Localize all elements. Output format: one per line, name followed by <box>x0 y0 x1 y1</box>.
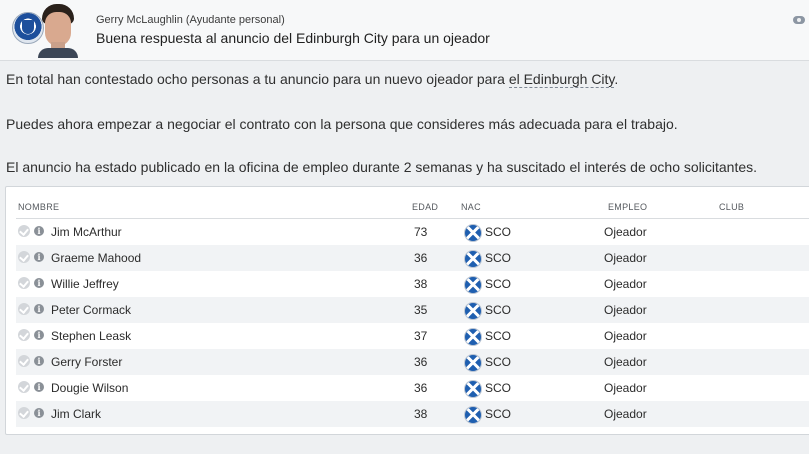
applicant-nationality[interactable]: SCO <box>485 329 511 343</box>
table-row[interactable]: i Dougie Wilson 36 SCO Ojeador <box>16 375 809 401</box>
applicant-job: Ojeador <box>604 381 647 395</box>
scotland-flag-icon <box>464 276 482 294</box>
applicant-age: 36 <box>414 355 428 369</box>
message-paragraph-2: Puedes ahora empezar a negociar el contr… <box>6 116 678 132</box>
info-icon[interactable]: i <box>34 252 44 262</box>
applicant-job: Ojeador <box>604 407 647 421</box>
info-icon[interactable]: i <box>34 382 44 392</box>
applicant-age: 38 <box>414 277 428 291</box>
applicant-nationality[interactable]: SCO <box>485 355 511 369</box>
check-circle-icon[interactable] <box>18 355 30 367</box>
applicant-age: 38 <box>414 407 428 421</box>
table-row[interactable]: i Jim Clark 38 SCO Ojeador <box>16 401 809 427</box>
applicant-age: 37 <box>414 329 428 343</box>
column-header-age[interactable]: EDAD <box>412 202 438 212</box>
applicant-name[interactable]: Jim Clark <box>51 407 101 421</box>
applicant-job: Ojeador <box>604 277 647 291</box>
check-circle-icon[interactable] <box>18 277 30 289</box>
applicant-age: 36 <box>414 381 428 395</box>
column-header-job[interactable]: EMPLEO <box>608 202 647 212</box>
scotland-flag-icon <box>464 224 482 242</box>
table-row[interactable]: i Stephen Leask 37 SCO Ojeador <box>16 323 809 349</box>
sender-role: (Ayudante personal) <box>185 14 285 26</box>
applicant-job: Ojeador <box>604 251 647 265</box>
column-header-club[interactable]: CLUB <box>719 202 744 212</box>
applicant-name[interactable]: Gerry Forster <box>51 355 122 369</box>
table-header: NOMBRE EDAD NAC EMPLEO CLUB <box>16 196 809 219</box>
check-circle-icon[interactable] <box>18 381 30 393</box>
info-icon[interactable]: i <box>34 226 44 236</box>
scotland-flag-icon <box>464 380 482 398</box>
scotland-flag-icon <box>464 406 482 424</box>
applicant-name[interactable]: Peter Cormack <box>51 303 131 317</box>
applicant-name[interactable]: Stephen Leask <box>51 329 131 343</box>
applicant-job: Ojeador <box>604 225 647 239</box>
column-header-nat[interactable]: NAC <box>461 202 481 212</box>
scotland-flag-icon <box>464 250 482 268</box>
applicant-job: Ojeador <box>604 303 647 317</box>
check-circle-icon[interactable] <box>18 303 30 315</box>
table-body: i Jim McArthur 73 SCO Ojeador i Graeme M… <box>16 219 809 427</box>
message-paragraph-3: El anuncio ha estado publicado en la ofi… <box>6 159 758 175</box>
applicant-age: 35 <box>414 303 428 317</box>
info-icon[interactable]: i <box>34 278 44 288</box>
info-icon[interactable]: i <box>34 330 44 340</box>
message-paragraph-1: En total han contestado ocho personas a … <box>6 71 619 88</box>
applicant-name[interactable]: Willie Jeffrey <box>51 277 119 291</box>
applicant-age: 36 <box>414 251 428 265</box>
column-header-name[interactable]: NOMBRE <box>18 202 59 212</box>
applicant-name[interactable]: Graeme Mahood <box>51 251 141 265</box>
check-circle-icon[interactable] <box>18 225 30 237</box>
paragraph-1-text: En total han contestado ocho personas a … <box>6 71 509 87</box>
applicant-name[interactable]: Jim McArthur <box>51 225 122 239</box>
applicant-job: Ojeador <box>604 329 647 343</box>
applicant-nationality[interactable]: SCO <box>485 381 511 395</box>
scotland-flag-icon <box>464 302 482 320</box>
applicant-nationality[interactable]: SCO <box>485 225 511 239</box>
check-circle-icon[interactable] <box>18 407 30 419</box>
sender-line: Gerry McLaughlin (Ayudante personal) <box>96 14 285 26</box>
applicant-age: 73 <box>414 225 428 239</box>
applicant-nationality[interactable]: SCO <box>485 277 511 291</box>
table-row[interactable]: i Gerry Forster 36 SCO Ojeador <box>16 349 809 375</box>
table-row[interactable]: i Willie Jeffrey 38 SCO Ojeador <box>16 271 809 297</box>
check-circle-icon[interactable] <box>18 329 30 341</box>
info-icon[interactable]: i <box>34 408 44 418</box>
applicant-name[interactable]: Dougie Wilson <box>51 381 128 395</box>
staff-portrait[interactable] <box>36 2 80 58</box>
paragraph-1-end: . <box>614 71 619 87</box>
info-icon[interactable]: i <box>34 356 44 366</box>
visibility-icon[interactable] <box>793 16 805 24</box>
applicants-table: NOMBRE EDAD NAC EMPLEO CLUB i Jim McArth… <box>5 186 809 435</box>
check-circle-icon[interactable] <box>18 251 30 263</box>
club-link[interactable]: el Edinburgh City <box>508 71 615 88</box>
message-header: Gerry McLaughlin (Ayudante personal) Bue… <box>0 0 809 61</box>
info-icon[interactable]: i <box>34 304 44 314</box>
scotland-flag-icon <box>464 328 482 346</box>
applicant-job: Ojeador <box>604 355 647 369</box>
table-row[interactable]: i Peter Cormack 35 SCO Ojeador <box>16 297 809 323</box>
table-row[interactable]: i Jim McArthur 73 SCO Ojeador <box>16 219 809 245</box>
table-row[interactable]: i Graeme Mahood 36 SCO Ojeador <box>16 245 809 271</box>
scotland-flag-icon <box>464 354 482 372</box>
applicant-nationality[interactable]: SCO <box>485 407 511 421</box>
message-subject: Buena respuesta al anuncio del Edinburgh… <box>96 30 490 46</box>
applicant-nationality[interactable]: SCO <box>485 303 511 317</box>
applicant-nationality[interactable]: SCO <box>485 251 511 265</box>
sender-name[interactable]: Gerry McLaughlin <box>96 14 183 26</box>
